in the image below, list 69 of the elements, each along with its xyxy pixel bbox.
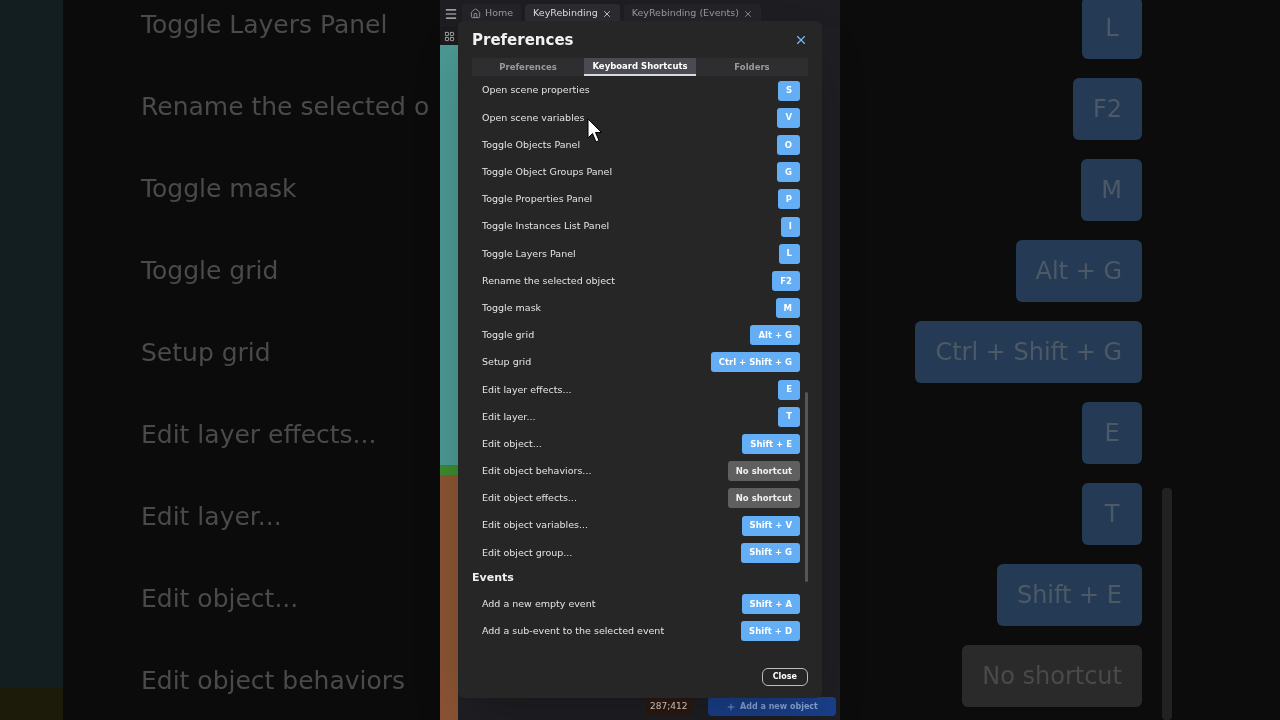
shortcut-key[interactable]: T (778, 406, 800, 427)
shortcut-label: Add a new empty event (482, 596, 596, 611)
shortcut-key[interactable]: Shift + D (741, 621, 800, 642)
shortcut-key[interactable]: G (777, 162, 800, 183)
shortcut-key[interactable]: Shift + V (741, 515, 800, 536)
shortcut-key[interactable]: L (778, 243, 800, 264)
backdrop-label: Toggle Layers Panel (141, 9, 388, 41)
editor-tab[interactable]: KeyRebinding (525, 3, 620, 24)
shortcut-label: Edit layer effects... (482, 382, 572, 397)
shortcut-key[interactable]: Alt + G (750, 325, 800, 346)
shortcut-key[interactable]: M (775, 298, 800, 319)
cursor-coordinates: 287;412 (650, 701, 688, 711)
shortcut-label: Toggle Layers Panel (482, 246, 576, 261)
shortcut-key[interactable]: Shift + G (741, 542, 800, 563)
shortcut-label: Open scene properties (482, 83, 590, 98)
shortcut-key[interactable]: P (777, 189, 800, 210)
shortcut-key[interactable]: S (777, 80, 800, 101)
shortcut-key[interactable]: V (777, 107, 800, 128)
mouse-pointer-icon (587, 118, 603, 144)
dialog-tab[interactable]: Keyboard Shortcuts (584, 58, 696, 76)
shortcut-key[interactable]: F2 (772, 270, 800, 291)
backdrop-label: Edit layer... (141, 501, 282, 533)
backdrop-label: Edit object behaviors (141, 665, 406, 697)
shortcut-label: Toggle grid (482, 328, 535, 343)
shortcut-label: Rename the selected object (482, 273, 615, 288)
close-icon[interactable] (601, 8, 612, 19)
shortcut-label: Open scene variables (482, 110, 585, 125)
home-icon (470, 8, 481, 19)
shortcut-key[interactable]: Shift + E (742, 434, 800, 455)
scrollbar-thumb[interactable] (805, 392, 808, 582)
shortcut-label: Edit object behaviors... (482, 464, 592, 479)
backdrop-label: Edit layer effects... (141, 419, 377, 451)
shortcut-label: Edit layer... (482, 409, 536, 424)
backdrop-label: Setup grid (141, 337, 271, 369)
shortcut-label: Toggle Instances List Panel (482, 219, 610, 234)
shortcut-label: Toggle mask (482, 300, 542, 315)
backdrop-label: Rename the selected o (141, 91, 430, 123)
shortcut-key[interactable]: No shortcut (727, 461, 800, 482)
backdrop-label: Toggle mask (141, 173, 297, 205)
shortcut-key[interactable]: I (780, 216, 800, 237)
shortcut-label: Add a sub-event to the selected event (482, 624, 665, 639)
panels-icon[interactable] (443, 30, 455, 42)
shortcut-label: Edit object effects... (482, 491, 577, 506)
shortcut-key[interactable]: Ctrl + Shift + G (710, 352, 800, 373)
editor-tab[interactable]: Home (462, 3, 522, 24)
close-button[interactable]: Close (761, 668, 808, 686)
shortcut-key[interactable]: No shortcut (727, 488, 800, 509)
shortcut-label: Toggle Object Groups Panel (482, 165, 613, 180)
shortcut-label: Setup grid (482, 355, 532, 370)
backdrop-label: Edit object... (141, 583, 299, 615)
dialog-tab[interactable]: Preferences (472, 58, 584, 76)
plus-icon (726, 701, 737, 712)
shortcut-label: Edit object... (482, 436, 542, 451)
dialog-tab[interactable]: Folders (696, 58, 808, 76)
dialog-title: Preferences (472, 29, 574, 51)
shortcut-key[interactable]: Shift + A (741, 593, 800, 614)
shortcut-key[interactable]: O (776, 134, 800, 155)
menu-icon[interactable] (444, 6, 458, 21)
close-icon[interactable] (743, 8, 753, 19)
section-heading: Events (472, 570, 514, 587)
editor-tab[interactable]: KeyRebinding (Events) (623, 3, 761, 24)
shortcut-key[interactable]: E (778, 379, 800, 400)
shortcut-label: Edit object group... (482, 545, 573, 560)
shortcut-label: Toggle Objects Panel (482, 137, 581, 152)
close-icon[interactable] (794, 33, 808, 47)
add-object-button[interactable]: Add a new object (708, 697, 836, 716)
shortcut-label: Edit object variables... (482, 518, 589, 533)
shortcut-label: Toggle Properties Panel (482, 192, 593, 207)
backdrop-label: Toggle grid (141, 255, 279, 287)
